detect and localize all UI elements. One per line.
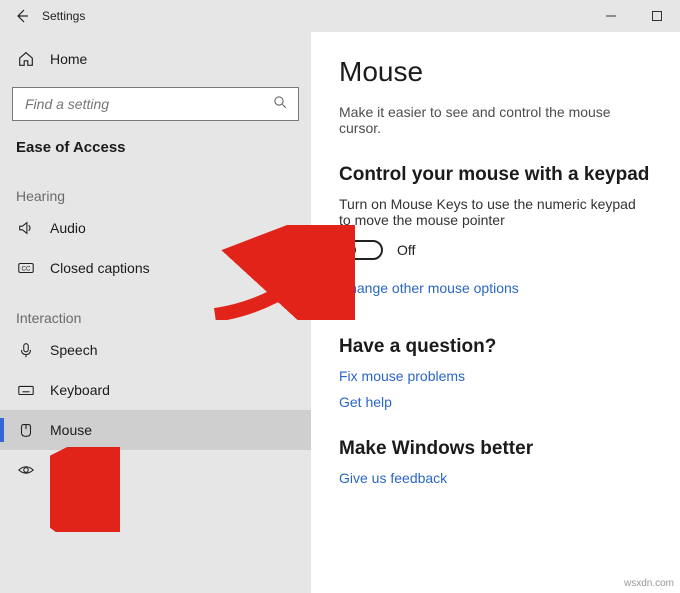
minimize-icon [606, 11, 616, 21]
home-icon [16, 49, 36, 69]
maximize-icon [652, 11, 662, 21]
sidebar-item-audio[interactable]: Audio [0, 208, 311, 248]
page-lead: Make it easier to see and control the mo… [339, 104, 652, 136]
watermark: wsxdn.com [624, 578, 674, 589]
mouse-icon [16, 420, 36, 440]
sidebar-item-closed-captions[interactable]: CC Closed captions [0, 248, 311, 288]
sidebar-category-title: Ease of Access [0, 125, 311, 166]
minimize-button[interactable] [588, 0, 634, 32]
sidebar-item-keyboard[interactable]: Keyboard [0, 370, 311, 410]
keyboard-icon [16, 380, 36, 400]
mouse-keys-toggle[interactable] [339, 240, 383, 260]
link-fix-mouse[interactable]: Fix mouse problems [339, 368, 652, 384]
sidebar-item-label: Eye control [50, 462, 120, 478]
content-pane: Mouse Make it easier to see and control … [311, 32, 680, 593]
sidebar-group-interaction: Interaction [0, 288, 311, 330]
sidebar-item-mouse[interactable]: Mouse [0, 410, 311, 450]
sidebar-item-label: Home [50, 51, 87, 67]
page-title: Mouse [339, 56, 652, 88]
link-get-help[interactable]: Get help [339, 394, 652, 410]
sidebar-group-hearing: Hearing [0, 166, 311, 208]
sidebar-item-eye-control[interactable]: Eye control [0, 450, 311, 490]
sidebar: Home Ease of Access Hearing Audio [0, 32, 311, 593]
section-control-heading: Control your mouse with a keypad [339, 164, 652, 186]
eye-icon [16, 460, 36, 480]
control-description: Turn on Mouse Keys to use the numeric ke… [339, 196, 649, 228]
section-question-heading: Have a question? [339, 336, 652, 358]
sidebar-item-speech[interactable]: Speech [0, 330, 311, 370]
sidebar-item-label: Audio [50, 220, 86, 236]
sidebar-item-label: Keyboard [50, 382, 110, 398]
back-button[interactable] [8, 2, 36, 30]
link-change-other-options[interactable]: Change other mouse options [339, 280, 652, 296]
search-field[interactable] [23, 95, 273, 113]
closed-captions-icon: CC [16, 258, 36, 278]
sidebar-item-label: Closed captions [50, 260, 150, 276]
link-feedback[interactable]: Give us feedback [339, 470, 652, 486]
arrow-left-icon [14, 8, 30, 24]
toggle-state-label: Off [397, 242, 415, 258]
maximize-button[interactable] [634, 0, 680, 32]
microphone-icon [16, 340, 36, 360]
sidebar-item-label: Mouse [50, 422, 92, 438]
titlebar: Settings [0, 0, 680, 32]
search-icon [273, 95, 288, 113]
svg-text:CC: CC [21, 266, 31, 273]
audio-icon [16, 218, 36, 238]
sidebar-item-home[interactable]: Home [0, 39, 311, 79]
search-input[interactable] [12, 87, 299, 121]
toggle-knob [344, 244, 356, 256]
window-title: Settings [42, 9, 85, 23]
section-better-heading: Make Windows better [339, 438, 652, 460]
sidebar-item-label: Speech [50, 342, 97, 358]
